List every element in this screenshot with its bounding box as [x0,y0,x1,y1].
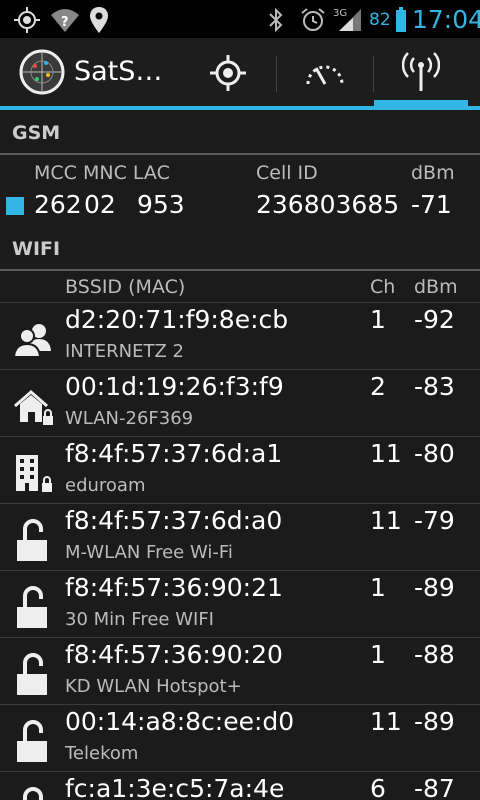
wifi-dbm: -89 [414,573,455,602]
wifi-dbm: -92 [414,305,455,334]
tab-gauge[interactable] [277,38,373,106]
wifi-question-icon: ? [50,7,80,37]
wifi-header-ch: Ch [370,276,396,298]
wifi-channel: 11 [370,707,402,736]
wifi-ssid: KD WLAN Hotspot+ [65,676,242,697]
app-logo-icon[interactable] [18,48,66,100]
content-area[interactable]: GSM MCC MNC LAC Cell ID dBm 262 02 953 2… [0,110,480,800]
wifi-channel: 11 [370,439,402,468]
gsm-section-header: GSM [0,110,480,155]
wifi-bssid: f8:4f:57:37:6d:a1 [65,439,283,468]
building-lock-icon [12,451,56,495]
wifi-network-row[interactable]: f8:4f:57:36:90:21 30 Min Free WIFI 1 -89 [0,571,480,638]
gsm-header-cell-id: Cell ID [256,162,318,184]
wifi-network-row[interactable]: f8:4f:57:36:90:20 KD WLAN Hotspot+ 1 -88 [0,638,480,705]
wifi-dbm: -80 [414,439,455,468]
wifi-ssid: INTERNETZ 2 [65,341,184,362]
status-bar: ? 3G 82 17:04 [0,0,480,38]
wifi-bssid: 00:1d:19:26:f3:f9 [65,372,284,401]
gps-icon [14,7,40,37]
wifi-channel: 11 [370,506,402,535]
wifi-bssid: f8:4f:57:36:90:20 [65,640,283,669]
battery-icon [396,7,406,37]
bluetooth-icon [268,7,284,37]
gsm-cell-id: 236803685 [256,190,400,219]
gsm-mcc: 262 [34,190,82,219]
gsm-lac: 953 [137,190,185,219]
battery-percent: 82 [369,10,391,30]
action-bar: SatS… [0,38,480,106]
gauge-icon [305,58,345,92]
wifi-channel: 1 [370,305,386,334]
wifi-column-headers: BSSID (MAC) Ch dBm [0,271,480,303]
gsm-dbm: -71 [411,190,452,219]
location-pin-icon [90,7,108,37]
wifi-channel: 1 [370,573,386,602]
wifi-channel: 2 [370,372,386,401]
wifi-network-row[interactable]: fc:a1:3e:c5:7a:4e 6 -87 [0,772,480,800]
wifi-dbm: -88 [414,640,455,669]
wifi-bssid: d2:20:71:f9:8e:cb [65,305,289,334]
open-lock-icon [12,518,56,562]
gsm-mnc: 02 [84,190,116,219]
wifi-bssid: 00:14:a8:8c:ee:d0 [65,707,295,736]
tab-radio[interactable] [374,38,468,106]
gsm-header-mcc-mnc-lac: MCC MNC LAC [34,162,170,184]
adhoc-users-icon [12,317,56,361]
wifi-section-header: WIFI [0,226,480,271]
gsm-section-title: GSM [12,122,61,144]
antenna-icon [401,52,441,96]
wifi-channel: 1 [370,640,386,669]
wifi-ssid: WLAN-26F369 [65,408,194,429]
wifi-ssid: 30 Min Free WIFI [65,609,214,630]
wifi-network-row[interactable]: 00:14:a8:8c:ee:d0 Telekom 11 -89 [0,705,480,772]
open-lock-icon [12,585,56,629]
section-divider [0,153,480,155]
svg-text:?: ? [61,15,69,30]
gsm-header-dbm: dBm [411,162,455,184]
wifi-dbm: -89 [414,707,455,736]
wifi-channel: 6 [370,774,386,800]
open-lock-icon [12,652,56,696]
wifi-ssid: eduroam [65,475,146,496]
svg-text:3G: 3G [333,8,347,19]
clock: 17:04 [412,5,480,34]
home-lock-icon [12,384,56,428]
wifi-bssid: f8:4f:57:37:6d:a0 [65,506,283,535]
wifi-section-title: WIFI [12,238,61,260]
wifi-bssid: fc:a1:3e:c5:7a:4e [65,774,285,800]
open-lock-icon [12,786,56,800]
alarm-icon [300,7,326,37]
wifi-network-row[interactable]: d2:20:71:f9:8e:cb INTERNETZ 2 1 -92 [0,303,480,370]
app-title: SatS… [74,56,163,87]
gsm-cell-color-indicator [6,197,24,215]
wifi-header-dbm: dBm [414,276,458,298]
signal-3g-icon: 3G [333,7,363,37]
wifi-network-row[interactable]: f8:4f:57:37:6d:a1 eduroam 11 -80 [0,437,480,504]
wifi-bssid: f8:4f:57:36:90:21 [65,573,283,602]
tab-gps[interactable] [180,38,276,106]
crosshair-icon [210,55,246,95]
wifi-network-row[interactable]: f8:4f:57:37:6d:a0 M-WLAN Free Wi-Fi 11 -… [0,504,480,571]
wifi-dbm: -87 [414,774,455,800]
wifi-dbm: -79 [414,506,455,535]
open-lock-icon [12,719,56,763]
wifi-network-row[interactable]: 00:1d:19:26:f3:f9 WLAN-26F369 2 -83 [0,370,480,437]
wifi-header-bssid: BSSID (MAC) [65,276,186,298]
wifi-dbm: -83 [414,372,455,401]
wifi-ssid: Telekom [65,743,139,764]
wifi-ssid: M-WLAN Free Wi-Fi [65,542,233,563]
